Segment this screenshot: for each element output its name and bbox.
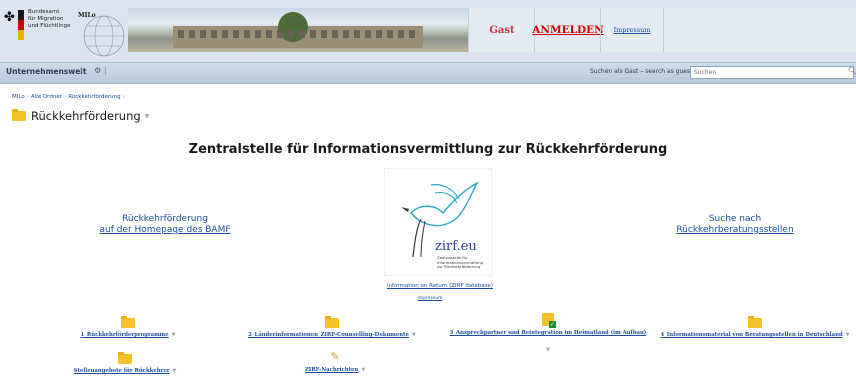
building-window — [321, 30, 327, 38]
page-title: Rückkehrförderung — [31, 109, 141, 123]
eagle-icon: ✤ — [4, 10, 15, 25]
header: ✤ Bundesamt für Migration und Flüchtling… — [0, 0, 856, 62]
building-window — [343, 30, 349, 38]
folder-link[interactable]: 2_Länderinformationen_ZIRF-Counselling-D… — [242, 332, 422, 338]
folder-icon — [12, 109, 26, 121]
building-window — [365, 30, 371, 38]
chevron-down-icon[interactable]: ▼ — [173, 368, 177, 374]
building-window — [299, 30, 305, 38]
folder-link[interactable]: Stellenangebote für Rückkehrer ▼ — [60, 368, 190, 374]
breadcrumb-separator: › — [26, 94, 29, 100]
impressum-header-link[interactable]: Impressum — [600, 8, 664, 52]
building-window — [332, 30, 338, 38]
folder-item[interactable]: 4_Informationsmaterial von Beratungsstel… — [660, 312, 850, 338]
folder-item[interactable]: ✎ ZIRF-Nachrichten ▼ — [290, 347, 380, 374]
site-scope-label[interactable]: Unternehmensweit — [6, 67, 86, 76]
bamf-homepage-link[interactable]: Rückkehrförderung auf der Homepage des B… — [80, 214, 250, 236]
search-link-line2[interactable]: Rückkehrberatungsstellen — [640, 225, 830, 236]
flag-bars — [18, 10, 24, 40]
zirf-database-link-text[interactable]: Information on Return (ZIRF database) — [387, 283, 493, 289]
folder-icon[interactable] — [121, 316, 135, 328]
top-navigation-bar: Unternehmensweit | ⚙ | Suchen als Gast –… — [0, 62, 856, 84]
building-window — [178, 30, 184, 38]
folder-label[interactable]: 4_Informationsmaterial von Beratungsstel… — [660, 332, 842, 338]
building-window — [255, 30, 261, 38]
breadcrumb-separator: › — [63, 94, 67, 100]
beratungsstellen-search-link[interactable]: Suche nach Rückkehrberatungsstellen — [640, 214, 830, 236]
search-label: Suchen als Gast – search as guest — [590, 68, 693, 75]
building-window — [354, 30, 360, 38]
bamf-link-line1[interactable]: Rückkehrförderung — [80, 214, 250, 225]
folder-item[interactable]: ✓ 3_Ansprechpartner und Reintegration im… — [446, 310, 650, 355]
main-heading: Zentralstelle für Informationsvermittlun… — [188, 142, 668, 157]
building-window — [189, 30, 195, 38]
folder-icon[interactable] — [325, 316, 339, 328]
impressum-link[interactable]: Impressum — [410, 296, 450, 301]
folder-link[interactable]: 3_Ansprechpartner und Reintegration im H… — [446, 330, 650, 336]
folder-link[interactable]: 4_Informationsmaterial von Beratungsstel… — [660, 332, 850, 338]
chevron-down-icon[interactable]: ▼ — [546, 347, 550, 353]
building-window — [277, 30, 283, 38]
zirf-database-link[interactable]: Information on Return (ZIRF database) — [370, 283, 510, 289]
bamf-logo[interactable]: ✤ Bundesamt für Migration und Flüchtling… — [4, 6, 74, 54]
building-window — [310, 30, 316, 38]
building-window — [398, 30, 404, 38]
breadcrumb-item[interactable]: Rückkehrförderung — [68, 94, 120, 100]
chevron-down-icon[interactable]: ▼ — [846, 332, 850, 338]
separator: | — [104, 66, 107, 75]
zirf-brand: zirf.eu — [435, 239, 477, 254]
building-window — [244, 30, 250, 38]
building-window — [211, 30, 217, 38]
building-window — [409, 30, 415, 38]
breadcrumb-separator: › — [122, 94, 125, 100]
folder-link[interactable]: ZIRF-Nachrichten ▼ — [290, 367, 380, 373]
login-button[interactable]: ANMELDEN — [532, 8, 604, 52]
building-window — [266, 30, 272, 38]
folder-label[interactable]: 3_Ansprechpartner und Reintegration im H… — [450, 330, 647, 336]
bamf-logo-text: Bundesamt für Migration und Flüchtlinge — [28, 9, 71, 29]
chevron-down-icon[interactable]: ▼ — [412, 332, 416, 338]
impressum-link-text[interactable]: Impressum — [417, 296, 442, 301]
building-window — [233, 30, 239, 38]
milo-logo[interactable]: MILo — [78, 10, 126, 58]
folder-label[interactable]: ZIRF-Nachrichten — [305, 367, 358, 373]
folder-label[interactable]: Stellenangebote für Rückkehrer — [74, 368, 170, 374]
folder-icon[interactable] — [748, 316, 762, 328]
chevron-down-icon[interactable]: ▼ — [172, 332, 176, 338]
settings-icon[interactable]: ⚙ — [94, 66, 101, 75]
zirf-logo: zirf.eu Zentralstelle für Informationsve… — [384, 168, 492, 276]
pencil-icon[interactable]: ✎ — [330, 351, 339, 363]
header-banner-image — [128, 8, 468, 52]
header-tabs: Gast ANMELDEN Impressum — [468, 8, 856, 52]
building-window — [222, 30, 228, 38]
search-input[interactable] — [690, 66, 854, 79]
building-window — [387, 30, 393, 38]
building-window — [376, 30, 382, 38]
chevron-down-icon[interactable]: ▼ — [361, 367, 365, 373]
globe-icon — [83, 15, 125, 57]
folder-item[interactable]: 2_Länderinformationen_ZIRF-Counselling-D… — [242, 312, 422, 338]
search-link-line1[interactable]: Suche nach — [640, 214, 830, 225]
folder-item[interactable]: 1_Rückkehrförderprogramme ▼ — [68, 312, 188, 338]
page-title-row: Rückkehrförderung ▼ — [12, 108, 149, 124]
building-window — [200, 30, 206, 38]
separator: | — [80, 66, 83, 75]
tab-gast: Gast — [468, 8, 535, 52]
zirf-subtitle: Zentralstelle für Informationsvermittlun… — [437, 255, 484, 269]
breadcrumb-item[interactable]: MILo — [12, 94, 25, 100]
folder-link[interactable]: 1_Rückkehrförderprogramme ▼ — [68, 332, 188, 338]
chevron-down-icon[interactable]: ▼ — [145, 113, 150, 120]
folder-item[interactable]: Stellenangebote für Rückkehrer ▼ — [60, 348, 190, 374]
breadcrumb: MILo › Alle Ordner › Rückkehrförderung › — [12, 94, 127, 100]
folder-label[interactable]: 1_Rückkehrförderprogramme — [80, 332, 168, 338]
bamf-link-line2[interactable]: auf der Homepage des BAMF — [80, 225, 250, 236]
folder-icon[interactable] — [118, 352, 132, 364]
breadcrumb-item[interactable]: Alle Ordner — [31, 94, 62, 100]
search-icon[interactable]: 🔍︎ — [848, 67, 856, 75]
folder-label[interactable]: 2_Länderinformationen_ZIRF-Counselling-D… — [248, 332, 409, 338]
document-check-icon[interactable]: ✓ — [542, 313, 556, 328]
building-window — [288, 30, 294, 38]
